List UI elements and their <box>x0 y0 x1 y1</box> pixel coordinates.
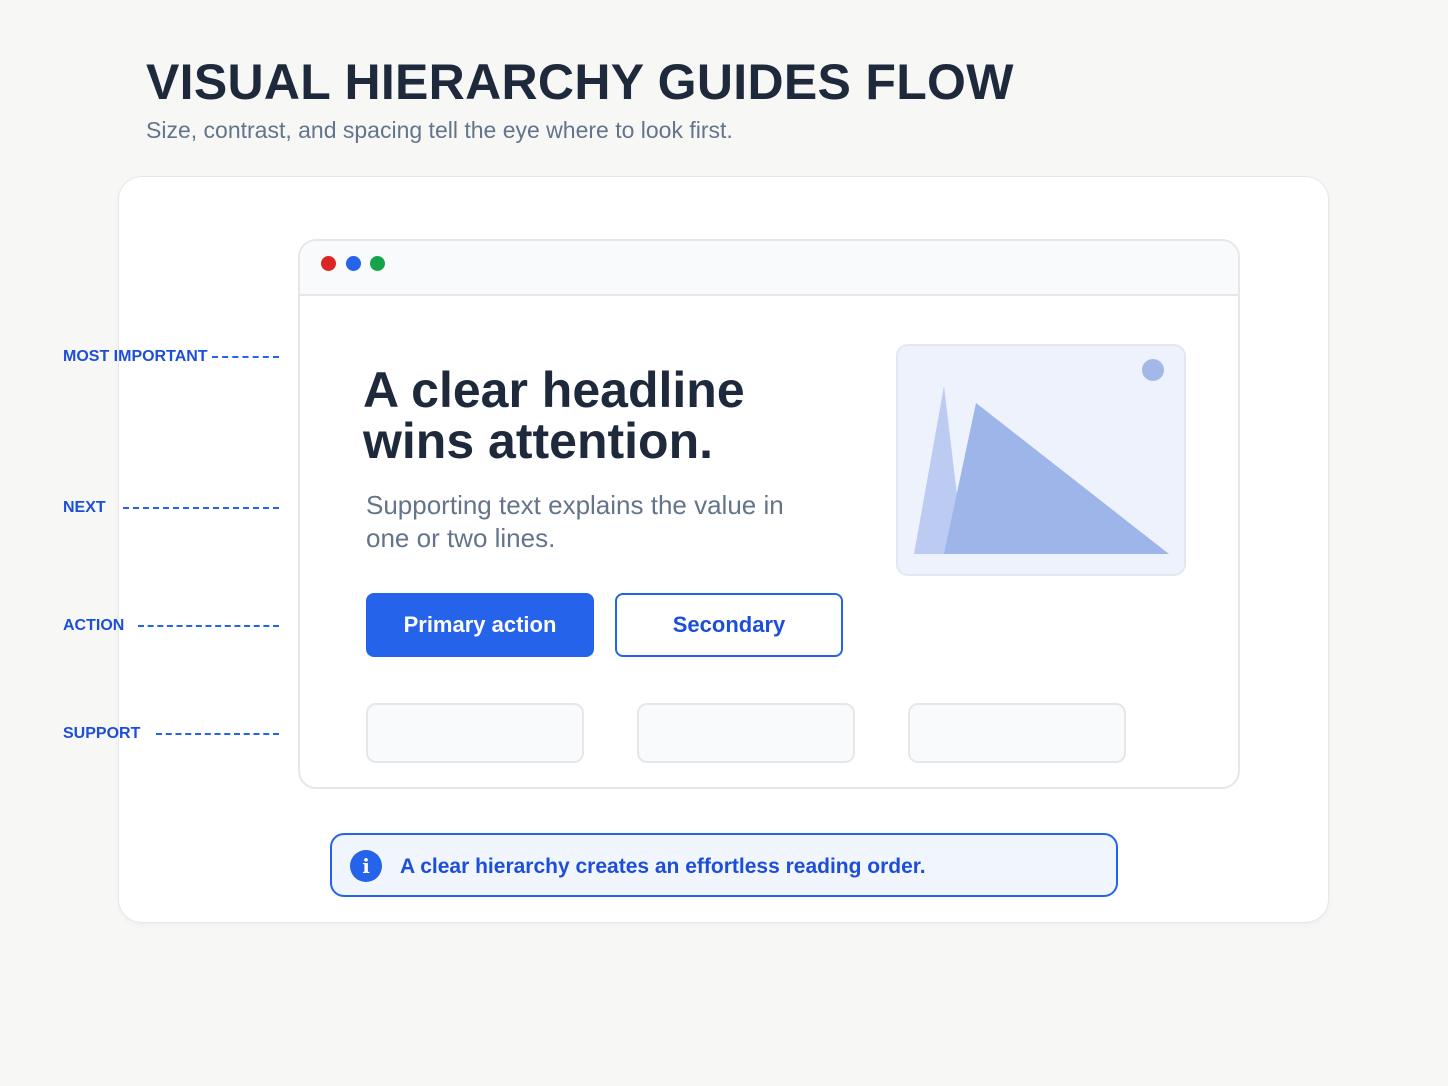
annotation-action: ACTION <box>63 616 279 636</box>
annotation-label: SUPPORT <box>63 725 141 742</box>
secondary-button[interactable]: Secondary <box>615 593 843 657</box>
annotation-leader-line <box>211 356 279 358</box>
annotation-support: SUPPORT <box>63 724 279 744</box>
mountain-large-shape <box>944 403 1169 554</box>
support-card-placeholder <box>637 703 855 763</box>
annotation-next: NEXT <box>63 498 279 518</box>
browser-mockup: A clear headline wins attention. Support… <box>298 239 1240 789</box>
callout-text: A clear hierarchy creates an effortless … <box>400 855 926 878</box>
annotation-leader-line <box>138 625 279 627</box>
page-subtitle: Size, contrast, and spacing tell the eye… <box>146 117 733 143</box>
page-title: VISUAL HIERARCHY GUIDES FLOW <box>146 54 1014 110</box>
image-placeholder-icon <box>914 359 1169 554</box>
browser-title-bar <box>300 241 1238 296</box>
annotation-label: MOST IMPORTANT <box>63 348 208 365</box>
annotation-most-important: MOST IMPORTANT <box>63 347 279 367</box>
window-minimize-dot[interactable] <box>346 256 361 271</box>
image-placeholder <box>896 344 1186 576</box>
annotation-label: ACTION <box>63 617 125 634</box>
sun-shape <box>1142 359 1164 381</box>
hero-headline: A clear headline wins attention. <box>363 362 745 469</box>
primary-action-button[interactable]: Primary action <box>366 593 594 657</box>
annotation-label: NEXT <box>63 499 106 516</box>
annotation-leader-line <box>122 507 279 509</box>
window-close-dot[interactable] <box>321 256 336 271</box>
annotation-leader-line <box>156 733 279 735</box>
support-card-placeholder <box>908 703 1126 763</box>
support-card-placeholder <box>366 703 584 763</box>
hero-supporting-text: Supporting text explains the value in on… <box>366 490 784 553</box>
info-callout: i A clear hierarchy creates an effortles… <box>330 833 1118 897</box>
info-icon: i <box>350 850 382 882</box>
window-maximize-dot[interactable] <box>370 256 385 271</box>
